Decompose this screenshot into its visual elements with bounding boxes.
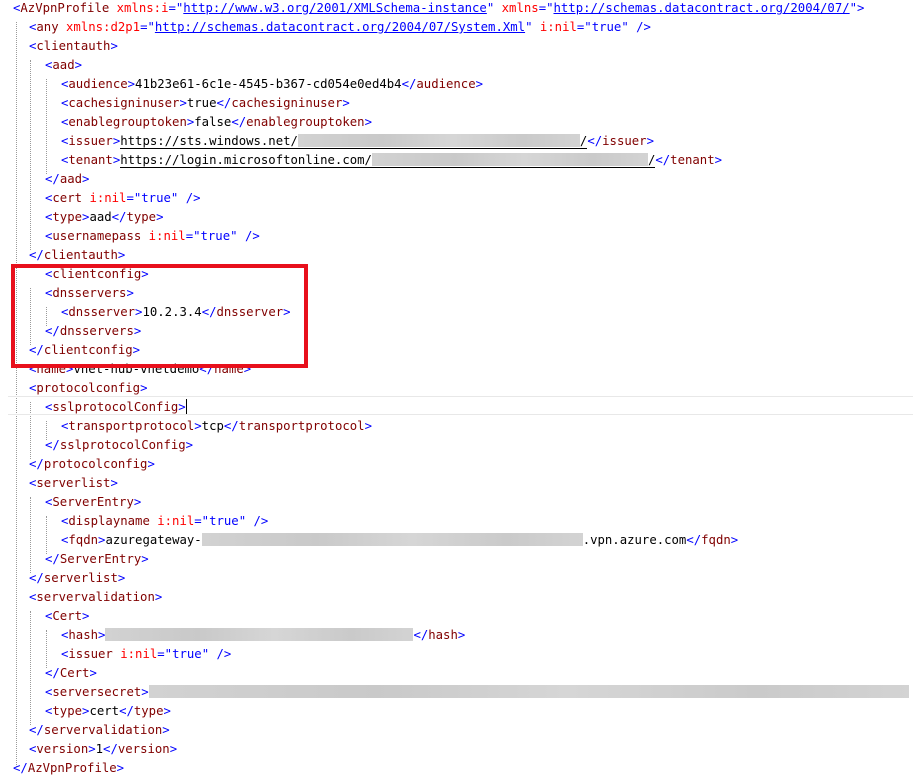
xml-line-serverentry-open: <ServerEntry> xyxy=(45,495,142,509)
xml-line-usernamepass: <usernamepass i:nil="true" /> xyxy=(45,229,260,243)
redacted-gateway-id xyxy=(201,533,583,546)
xml-line-aad-close: </aad> xyxy=(45,172,90,186)
redacted-server-secret xyxy=(148,685,909,698)
xml-line-sslprotocolconfig-close: </sslprotocolConfig> xyxy=(45,438,194,452)
xml-line-protocolconfig-close: </protocolconfig> xyxy=(29,457,155,471)
text-cursor xyxy=(185,399,187,414)
xml-line-root-close: </AzVpnProfile> xyxy=(13,761,125,775)
redacted-tenant-id xyxy=(297,134,580,147)
xml-line-servervalidation-close: </servervalidation> xyxy=(29,723,170,737)
xml-line-clientauth-close: </clientauth> xyxy=(29,248,126,262)
redacted-hash xyxy=(105,628,414,641)
xml-line-hash: <hash> </hash> xyxy=(61,628,466,642)
xml-line-audience: <audience>41b23e61-6c1e-4545-b367-cd054e… xyxy=(61,77,484,91)
xml-line-aad-open: <aad> xyxy=(45,58,83,72)
xml-line-servervalidation-open: <servervalidation> xyxy=(29,590,163,604)
xml-line-validation-type: <type>cert</type> xyxy=(45,704,171,718)
clientconfig-highlight-box xyxy=(11,264,308,368)
xml-line-cert-issuer: <issuer i:nil="true" /> xyxy=(61,647,232,661)
xml-line-cert: <cert i:nil="true" /> xyxy=(45,191,201,205)
xml-line-cachesigninuser: <cachesigninuser>true</cachesigninuser> xyxy=(61,96,350,110)
xml-line-any: <any xmlns:d2p1="http://schemas.datacont… xyxy=(29,20,651,34)
xml-line-version: <version>1</version> xyxy=(29,742,178,756)
xml-line-fqdn: <fqdn>azuregateway- .vpn.azure.com</fqdn> xyxy=(61,533,739,547)
redacted-tenant-id xyxy=(371,153,648,166)
xml-line-issuer: <issuer>https://sts.windows.net//</issue… xyxy=(61,134,654,149)
xml-line-enablegrouptoken: <enablegrouptoken>false</enablegrouptoke… xyxy=(61,115,372,129)
tenant-url-link[interactable]: https://login.microsoftonline.com// xyxy=(120,153,656,168)
xml-line-type: <type>aad</type> xyxy=(45,210,164,224)
xml-line-clientauth-open: <clientauth> xyxy=(29,39,118,53)
xml-line-sslprotocolconfig-open[interactable]: <sslprotocolConfig> xyxy=(45,398,187,417)
indent-guide xyxy=(46,516,47,554)
xml-line-tenant: <tenant>https://login.microsoftonline.co… xyxy=(61,153,722,168)
indent-guide xyxy=(46,630,47,668)
xml-line-serversecret: <serversecret> xyxy=(45,683,909,702)
xml-line-root-open: <AzVpnProfile xmlns:i="http://www.w3.org… xyxy=(13,1,865,15)
xml-line-transportprotocol: <transportprotocol>tcp</transportprotoco… xyxy=(61,419,372,433)
indent-guide xyxy=(30,60,31,250)
indent-guide xyxy=(16,22,17,767)
xml-line-serverlist-open: <serverlist> xyxy=(29,476,118,490)
xml-line-serverlist-close: </serverlist> xyxy=(29,571,126,585)
xml-editor[interactable]: <AzVpnProfile xmlns:i="http://www.w3.org… xyxy=(0,0,913,779)
issuer-url-link[interactable]: https://sts.windows.net// xyxy=(120,134,588,149)
indent-guide xyxy=(30,497,31,573)
xml-line-displayname: <displayname i:nil="true" /> xyxy=(61,514,269,528)
xml-line-cert-close: </Cert> xyxy=(45,666,97,680)
xml-line-serverentry-close: </ServerEntry> xyxy=(45,552,149,566)
xml-line-cert-open: <Cert> xyxy=(45,609,90,623)
indent-guide xyxy=(46,79,47,174)
indent-guide xyxy=(30,611,31,725)
xml-line-protocolconfig-open: <protocolconfig> xyxy=(29,381,148,395)
